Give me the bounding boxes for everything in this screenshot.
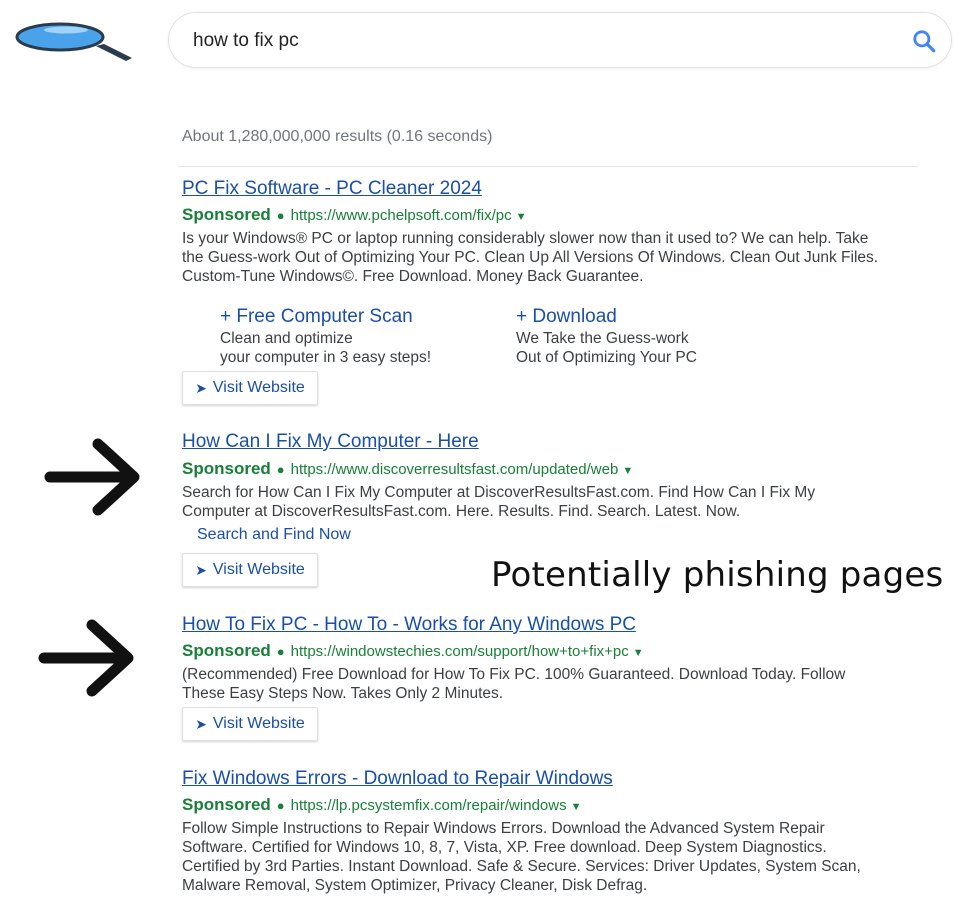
- annotation-label: Potentially phishing pages: [491, 555, 944, 595]
- results-stats: About 1,280,000,000 results (0.16 second…: [182, 128, 493, 145]
- search-box[interactable]: [168, 12, 952, 68]
- arrow-right-icon: [44, 438, 140, 516]
- result-description: (Recommended) Free Download for How To F…: [182, 665, 922, 703]
- description-line: Software. Certified for Windows 10, 8, 7…: [182, 839, 827, 856]
- play-arrow-icon: ➤: [195, 379, 207, 396]
- sitelink-line: your computer in 3 easy steps!: [220, 349, 432, 366]
- sitelink-free-scan[interactable]: + Free Computer Scan: [220, 306, 413, 328]
- result-meta: Sponsored ● https://www.discoverresultsfas…: [182, 459, 633, 479]
- description-line: Computer at DiscoverResultsFast.com. Her…: [182, 503, 741, 520]
- sitelink-description: Clean and optimize your computer in 3 ea…: [220, 329, 431, 367]
- sitelink-line: Out of Optimizing Your PC: [516, 349, 697, 366]
- sponsored-label: Sponsored: [182, 205, 271, 224]
- description-line: Malware Removal, System Optimizer, Priva…: [182, 877, 648, 894]
- result-meta: Sponsored ● https://windowstechies.com/sup…: [182, 641, 644, 661]
- search-icon[interactable]: [911, 28, 937, 54]
- description-line: Is your Windows® PC or laptop running co…: [182, 230, 869, 247]
- dropdown-caret-icon[interactable]: ▼: [633, 647, 644, 659]
- result-description: Search for How Can I Fix My Computer at …: [182, 483, 922, 521]
- sitelink-description: We Take the Guess-work Out of Optimizing…: [516, 329, 697, 367]
- description-line: These Easy Steps Now. Takes Only 2 Minut…: [182, 685, 504, 702]
- visit-website-button[interactable]: ➤ Visit Website: [182, 553, 318, 587]
- result-title[interactable]: How Can I Fix My Computer - Here: [182, 431, 479, 453]
- search-and-find-link[interactable]: Search and Find Now: [197, 526, 351, 544]
- result-title[interactable]: How To Fix PC - How To - Works for Any W…: [182, 614, 636, 636]
- result-description: Is your Windows® PC or laptop running co…: [182, 229, 922, 286]
- sponsored-label: Sponsored: [182, 795, 271, 814]
- sitelink-download[interactable]: + Download: [516, 306, 617, 328]
- result-meta: Sponsored ● https://www.pchelpsoft.com/fix…: [182, 205, 526, 225]
- divider: [178, 166, 918, 167]
- separator-dot: ●: [276, 208, 285, 223]
- visit-label: Visit Website: [212, 715, 305, 732]
- play-arrow-icon: ➤: [195, 715, 207, 732]
- result-url[interactable]: https://windowstechies.com/support/how+t…: [291, 643, 629, 660]
- result-url[interactable]: https://lp.pcsystemfix.com/repair/window…: [291, 797, 567, 814]
- description-line: Custom-Tune Windows©. Free Download. Mon…: [182, 268, 644, 285]
- description-line: Follow Simple Instructions to Repair Win…: [182, 820, 825, 837]
- result-description: Follow Simple Instructions to Repair Win…: [182, 819, 922, 895]
- sitelink-line: Clean and optimize: [220, 330, 353, 347]
- dropdown-caret-icon[interactable]: ▼: [516, 211, 527, 223]
- result-title[interactable]: PC Fix Software - PC Cleaner 2024: [182, 178, 482, 200]
- visit-label: Visit Website: [212, 379, 305, 396]
- play-arrow-icon: ➤: [195, 561, 207, 578]
- separator-dot: ●: [276, 462, 285, 477]
- result-url[interactable]: https://www.pchelpsoft.com/fix/pc: [291, 207, 512, 224]
- description-line: the Guess-work Out of Optimizing Your PC…: [182, 249, 879, 266]
- dropdown-caret-icon[interactable]: ▼: [571, 801, 582, 813]
- visit-website-button[interactable]: ➤ Visit Website: [182, 371, 318, 405]
- magnifier-logo-icon: [15, 22, 132, 61]
- sitelink-line: We Take the Guess-work: [516, 330, 689, 347]
- sponsored-label: Sponsored: [182, 459, 271, 478]
- search-input[interactable]: [193, 27, 893, 55]
- visit-label: Visit Website: [212, 561, 305, 578]
- result-title[interactable]: Fix Windows Errors - Download to Repair …: [182, 768, 613, 790]
- sponsored-label: Sponsored: [182, 641, 271, 660]
- description-line: Certified by 3rd Parties. Instant Downlo…: [182, 858, 861, 875]
- arrow-right-icon: [38, 619, 134, 697]
- description-line: Search for How Can I Fix My Computer at …: [182, 484, 816, 501]
- description-line: (Recommended) Free Download for How To F…: [182, 666, 846, 683]
- separator-dot: ●: [276, 798, 285, 813]
- result-url[interactable]: https://www.discoverresultsfast.com/upda…: [291, 461, 619, 478]
- separator-dot: ●: [276, 644, 285, 659]
- result-meta: Sponsored ● https://lp.pcsystemfix.com/rep…: [182, 795, 581, 815]
- visit-website-button[interactable]: ➤ Visit Website: [182, 707, 318, 741]
- dropdown-caret-icon[interactable]: ▼: [622, 465, 633, 477]
